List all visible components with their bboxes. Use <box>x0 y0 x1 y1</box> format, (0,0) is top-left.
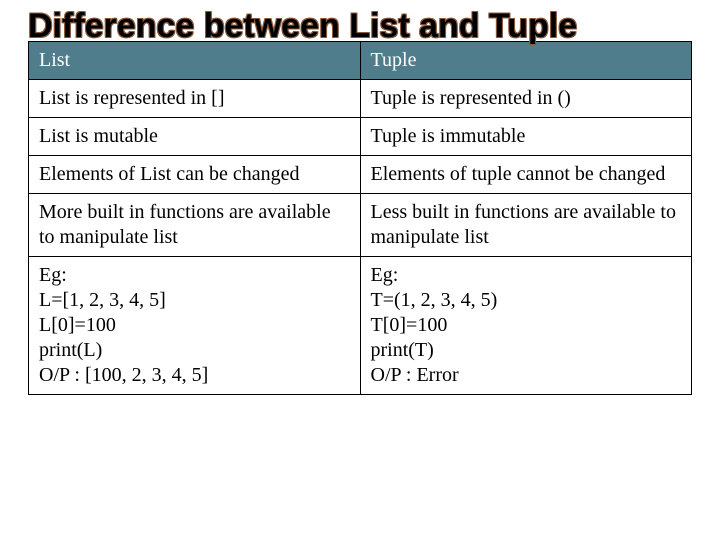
cell-list: More built in functions are available to… <box>29 194 361 257</box>
cell-list: List is mutable <box>29 118 361 156</box>
cell-list-example: Eg: L=[1, 2, 3, 4, 5] L[0]=100 print(L) … <box>29 257 361 395</box>
table-header-row: List Tuple <box>29 42 692 80</box>
table-row: Elements of List can be changed Elements… <box>29 156 692 194</box>
cell-list: List is represented in [] <box>29 80 361 118</box>
table-row: More built in functions are available to… <box>29 194 692 257</box>
cell-tuple: Tuple is immutable <box>360 118 692 156</box>
cell-tuple: Tuple is represented in () <box>360 80 692 118</box>
cell-tuple: Less built in functions are available to… <box>360 194 692 257</box>
table-row: List is mutable Tuple is immutable <box>29 118 692 156</box>
cell-tuple: Elements of tuple cannot be changed <box>360 156 692 194</box>
comparison-table: List Tuple List is represented in [] Tup… <box>28 41 692 395</box>
cell-list: Elements of List can be changed <box>29 156 361 194</box>
header-tuple: Tuple <box>360 42 692 80</box>
table-row: List is represented in [] Tuple is repre… <box>29 80 692 118</box>
page-title: Difference between List and Tuple <box>28 8 692 45</box>
cell-tuple-example: Eg: T=(1, 2, 3, 4, 5) T[0]=100 print(T) … <box>360 257 692 395</box>
table-row: Eg: L=[1, 2, 3, 4, 5] L[0]=100 print(L) … <box>29 257 692 395</box>
header-list: List <box>29 42 361 80</box>
